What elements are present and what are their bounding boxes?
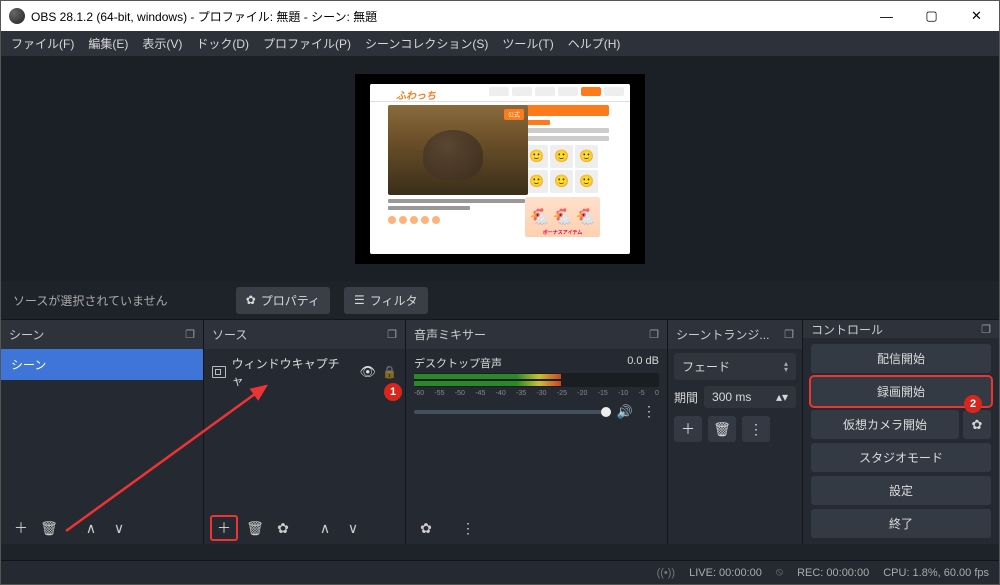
status-live: LIVE: 00:00:00 <box>689 567 762 579</box>
mixer-track-name: デスクトップ音声 <box>414 355 502 371</box>
source-up-button[interactable]: ∧ <box>311 515 339 541</box>
source-down-button[interactable]: ∨ <box>339 515 367 541</box>
window-title: OBS 28.1.2 (64-bit, windows) - プロファイル: 無… <box>31 8 377 25</box>
menu-scene-collection[interactable]: シーンコレクション(S) <box>365 35 488 52</box>
source-item-label: ウィンドウキャプチャ <box>232 355 348 389</box>
scene-down-button[interactable]: ∨ <box>105 515 133 541</box>
source-info-bar: ソースが選択されていません ✿プロパティ ☰フィルタ <box>1 281 999 319</box>
preview-canvas: ふわっち 公式 <box>355 74 645 264</box>
transition-menu-button[interactable]: ⋮ <box>742 416 770 442</box>
annotation-badge-1: 1 <box>384 383 402 401</box>
vcam-settings-button[interactable]: ✿ <box>963 410 991 439</box>
chevron-updown-icon: ▴▾ <box>776 390 788 404</box>
menu-tools[interactable]: ツール(T) <box>502 35 553 52</box>
mixer-settings-button[interactable]: ✿ <box>412 515 440 541</box>
scene-item[interactable]: シーン <box>1 349 203 380</box>
mixer-title: 音声ミキサー <box>414 326 486 343</box>
scene-add-button[interactable]: ＋ <box>7 515 35 541</box>
chevron-updown-icon: ▴▾ <box>784 361 788 373</box>
menu-dock[interactable]: ドック(D) <box>196 35 249 52</box>
sources-title: ソース <box>212 326 247 343</box>
sources-toolbar: ＋ 🗑 ✿ ∧ ∨ <box>204 512 405 544</box>
status-rec: REC: 00:00:00 <box>797 567 869 579</box>
popout-icon[interactable]: ❐ <box>784 328 794 341</box>
audio-meter-ticks: -60-55-50-45-40-35-30-25-20-15-10-50 <box>414 390 659 397</box>
dock-panels: シーン ❐ シーン ＋ 🗑 ∧ ∨ ソース ❐ ウィンドウキャプチャ 👁 🔒 ＋ <box>1 319 999 544</box>
maximize-button[interactable]: ▢ <box>909 2 954 31</box>
audio-meter <box>414 373 659 387</box>
window-titlebar: OBS 28.1.2 (64-bit, windows) - プロファイル: 無… <box>1 1 999 31</box>
start-streaming-button[interactable]: 配信開始 <box>811 344 991 373</box>
transition-remove-button[interactable]: 🗑 <box>708 416 736 442</box>
visibility-icon[interactable]: 👁 <box>360 364 377 380</box>
site-logo: ふわっち <box>396 87 436 102</box>
mixer-options-button[interactable]: ⋮ <box>639 403 659 420</box>
annotation-badge-2: 2 <box>964 395 982 413</box>
popout-icon[interactable]: ❐ <box>981 323 991 336</box>
menu-file[interactable]: ファイル(F) <box>11 35 74 52</box>
source-properties-button[interactable]: ✿ <box>269 515 297 541</box>
mixer-toolbar: ✿ ⋮ <box>406 512 667 544</box>
exit-button[interactable]: 終了 <box>811 509 991 538</box>
studio-mode-button[interactable]: スタジオモード <box>811 443 991 472</box>
transition-type-select[interactable]: フェード ▴▾ <box>674 353 796 380</box>
source-add-button[interactable]: ＋ <box>210 515 238 541</box>
filter-icon: ☰ <box>354 293 365 307</box>
gear-icon: ✿ <box>246 293 256 307</box>
scenes-toolbar: ＋ 🗑 ∧ ∨ <box>1 512 203 544</box>
transition-add-button[interactable]: ＋ <box>674 416 702 442</box>
minimize-button[interactable]: — <box>864 2 909 31</box>
scene-up-button[interactable]: ∧ <box>77 515 105 541</box>
menu-profile[interactable]: プロファイル(P) <box>263 35 351 52</box>
volume-slider[interactable] <box>414 410 611 414</box>
source-item[interactable]: ウィンドウキャプチャ 👁 🔒 <box>204 349 405 395</box>
menu-edit[interactable]: 編集(E) <box>88 35 128 52</box>
scene-remove-button[interactable]: 🗑 <box>35 515 63 541</box>
controls-title: コントロール <box>811 321 883 338</box>
start-virtual-camera-button[interactable]: 仮想カメラ開始 <box>811 410 959 439</box>
status-bar: ((•)) LIVE: 00:00:00 ⦸ REC: 00:00:00 CPU… <box>1 560 999 584</box>
duration-input[interactable]: 300 ms ▴▾ <box>704 386 796 408</box>
transitions-panel: シーントランジ... ❐ フェード ▴▾ 期間 300 ms ▴▾ ＋ 🗑 ⋮ <box>668 320 803 544</box>
mixer-menu-button[interactable]: ⋮ <box>454 515 482 541</box>
menubar: ファイル(F) 編集(E) 表示(V) ドック(D) プロファイル(P) シーン… <box>1 31 999 56</box>
transitions-title: シーントランジ... <box>676 326 769 343</box>
obs-logo-icon <box>9 8 25 24</box>
rec-icon: ⦸ <box>776 566 783 579</box>
speaker-icon[interactable]: 🔊 <box>617 404 633 420</box>
popout-icon[interactable]: ❐ <box>387 328 397 341</box>
network-icon: ((•)) <box>657 567 676 579</box>
mixer-db-value: 0.0 dB <box>627 355 659 371</box>
properties-button[interactable]: ✿プロパティ <box>236 287 330 314</box>
audio-mixer-panel: 音声ミキサー ❐ デスクトップ音声 0.0 dB -60-55-50-45-40… <box>406 320 668 544</box>
duration-label: 期間 <box>674 389 698 406</box>
close-button[interactable]: ✕ <box>954 2 999 31</box>
preview-tag: 公式 <box>504 109 524 120</box>
filters-button[interactable]: ☰フィルタ <box>344 287 428 314</box>
scenes-title: シーン <box>9 326 44 343</box>
window-capture-icon <box>212 366 226 378</box>
no-source-label: ソースが選択されていません <box>13 292 168 309</box>
captured-window: ふわっち 公式 <box>370 84 630 254</box>
source-remove-button[interactable]: 🗑 <box>241 515 269 541</box>
menu-help[interactable]: ヘルプ(H) <box>568 35 621 52</box>
preview-thumbnail: 公式 <box>388 105 528 195</box>
lock-icon[interactable]: 🔒 <box>382 365 397 379</box>
popout-icon[interactable]: ❐ <box>185 328 195 341</box>
scenes-panel: シーン ❐ シーン ＋ 🗑 ∧ ∨ <box>1 320 204 544</box>
popout-icon[interactable]: ❐ <box>649 328 659 341</box>
menu-view[interactable]: 表示(V) <box>142 35 182 52</box>
sources-panel: ソース ❐ ウィンドウキャプチャ 👁 🔒 ＋ 🗑 ✿ ∧ ∨ <box>204 320 406 544</box>
settings-button[interactable]: 設定 <box>811 476 991 505</box>
controls-panel: コントロール ❐ 配信開始 録画開始 仮想カメラ開始 ✿ スタジオモード 設定 … <box>803 320 999 544</box>
preview-area[interactable]: ふわっち 公式 <box>1 56 999 281</box>
status-cpu: CPU: 1.8%, 60.00 fps <box>883 567 989 579</box>
